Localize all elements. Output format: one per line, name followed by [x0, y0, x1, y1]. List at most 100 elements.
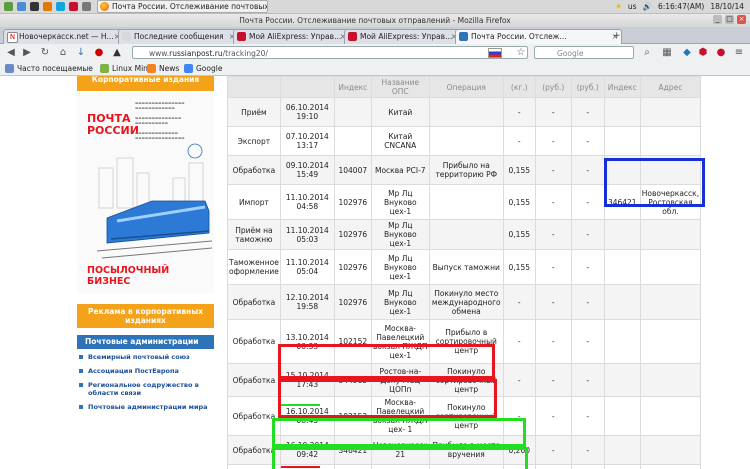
tab-strip: N Новочеркасск.net — Н... × Последние соо…: [0, 27, 750, 44]
table-row: Импорт 11.10.2014 04:58 102976 Мр Лц Внуково…: [227, 184, 702, 220]
mail-icon[interactable]: [69, 2, 78, 11]
volume-icon[interactable]: 🔊: [643, 2, 652, 11]
cell-dest-index: 346421: [603, 184, 641, 220]
bookmark-most-visited[interactable]: Часто посещаемые: [5, 62, 93, 75]
cell-operation: Импорт: [227, 184, 281, 220]
col-header: Название ОПС: [370, 76, 430, 98]
bookmark-google[interactable]: Google: [184, 62, 222, 75]
time-text: 13:17: [296, 141, 319, 150]
time-text: 19:58: [296, 302, 319, 311]
menu-icon[interactable]: ≡: [732, 46, 746, 60]
keyboard-layout[interactable]: us: [628, 2, 637, 11]
admin-link-posteurop[interactable]: Ассоциация ПостЕвропа: [77, 367, 214, 375]
green-underline: [281, 404, 320, 406]
library-icon[interactable]: ▦: [660, 46, 674, 60]
red-underline: [281, 466, 320, 468]
cell-cod: -: [570, 184, 605, 220]
time-text: 05:04: [296, 267, 319, 276]
taskbar-window-button[interactable]: Почта России. Отслеживание почтовых: [97, 0, 268, 13]
cell-operation: Таможенное оформление: [227, 249, 281, 285]
skype-icon[interactable]: [56, 2, 65, 11]
time-text: 17:43: [296, 380, 319, 389]
cell-operation: Обработка: [227, 363, 281, 397]
date-text: 12.10.2014: [285, 293, 329, 302]
tab-russianpost[interactable]: Почта России. Отслеж... ×: [455, 29, 622, 44]
home-icon[interactable]: ⌂: [56, 46, 70, 60]
cell-operation: Обработка: [227, 284, 281, 320]
cell-index: 104007: [333, 155, 372, 185]
cell-ops-name: Мр Лц Внуково цех-1: [370, 184, 430, 220]
table-row: Обработка 15.10.2014 17:43 344965 Ростов-на-…: [227, 363, 702, 397]
admin-link-upu[interactable]: Всемирный почтовый союз: [77, 353, 214, 361]
addon-blue-icon[interactable]: ◆: [680, 46, 694, 60]
reload-icon[interactable]: ↻: [38, 46, 52, 60]
cell-dest-address: [639, 284, 702, 320]
magazine-cover-image[interactable]: ПОЧТА РОССИИ ▬▬▬▬▬▬▬▬▬▬▬▬▬▬▬ ▬▬▬▬▬▬▬▬▬▬▬▬ ▬…: [77, 93, 214, 293]
url-bar[interactable]: www.russianpost.ru/tracking20/: [132, 46, 528, 59]
time-text: 08:45: [296, 416, 319, 425]
advertising-link[interactable]: Реклама в корпоративных изданиях: [77, 304, 214, 328]
cell-datetime: 07.10.2014 13:17: [279, 126, 335, 156]
terminal-icon[interactable]: [30, 2, 39, 11]
cell-weight: -: [502, 363, 536, 397]
table-row: Таможенное оформление 11.10.2014 05:04 1029…: [227, 249, 702, 285]
admin-link-rcc[interactable]: Региональное содружество в области связи: [77, 381, 214, 397]
abp-icon[interactable]: ●: [714, 46, 728, 60]
table-row: Приём на таможню 11.10.2014 05:03 102976 Мр …: [227, 219, 702, 250]
maximize-icon[interactable]: □: [725, 15, 734, 24]
bookmark-news[interactable]: News: [147, 62, 179, 75]
cell-index: 346439: [333, 464, 372, 469]
files-icon[interactable]: [17, 2, 26, 11]
settings-icon[interactable]: [82, 2, 91, 11]
date-text: 11.10.2014: [285, 193, 329, 202]
cell-attribute: Прибыло в место вручения: [428, 435, 504, 465]
cell-declared-value: -: [534, 435, 572, 465]
admin-link-world[interactable]: Почтовые администрации мира: [77, 403, 214, 411]
col-header: Индекс: [333, 76, 372, 98]
pin-icon[interactable]: ●: [92, 46, 106, 60]
postal-admins-heading: Почтовые администрации: [77, 335, 214, 349]
tab-aliexpress-2[interactable]: Мой AliExpress: Управ... ×: [344, 29, 461, 44]
firefox-launcher-icon[interactable]: [43, 2, 52, 11]
tab-aliexpress-1[interactable]: Мой AliExpress: Управ... ×: [233, 29, 350, 44]
cell-attribute: [428, 126, 504, 156]
cell-operation: Обработка: [227, 396, 281, 436]
back-icon[interactable]: ◀: [4, 46, 18, 60]
date-text: 11.10.2014: [285, 258, 329, 267]
cell-cod: -: [570, 284, 605, 320]
page-content: Корпоративные издания ПОЧТА РОССИИ ▬▬▬▬▬▬…: [0, 76, 750, 469]
cell-index: 344965: [333, 363, 372, 397]
bookmark-linux-mint[interactable]: Linux Mint: [100, 62, 151, 75]
close-icon[interactable]: ×: [737, 15, 746, 24]
cell-declared-value: -: [534, 249, 572, 285]
cell-datetime: 12.10.2014 19:58: [279, 284, 335, 320]
date-text: 09.10.2014: [285, 161, 329, 170]
adblock-icon[interactable]: ⬢: [696, 46, 710, 60]
search-input[interactable]: Google: [534, 46, 634, 59]
time-text: 04:58: [296, 202, 319, 211]
tab-novocherkassk[interactable]: N Новочеркасск.net — Н... ×: [3, 29, 124, 44]
table-row: Экспорт 07.10.2014 13:17 Китай CNCANA - - -: [227, 126, 702, 156]
forward-icon[interactable]: ▶: [20, 46, 34, 60]
date-text: 15.10.2014: [285, 371, 329, 380]
cell-datetime: 11.10.2014 05:03: [279, 219, 335, 250]
time-text: 09:42: [296, 450, 319, 459]
download-icon[interactable]: ↓: [74, 46, 88, 60]
cell-attribute: Выпуск таможни: [428, 249, 504, 285]
table-row: Приём 06.10.2014 19:10 Китай - - -: [227, 97, 702, 127]
cell-ops-name: Новочеркасск почтамт: [370, 464, 430, 469]
menu-icon[interactable]: [4, 2, 13, 11]
cell-datetime: 15.10.2014 17:43: [279, 363, 335, 397]
search-go-icon[interactable]: ⌕: [640, 46, 654, 60]
tab-recent-posts[interactable]: Последние сообщения ×: [118, 29, 239, 44]
addon-icon[interactable]: ▲: [110, 46, 124, 60]
minimize-icon[interactable]: _: [713, 15, 722, 24]
bookmark-star-icon[interactable]: ☆: [514, 46, 528, 60]
date-text: 07.10.2014: [285, 132, 329, 141]
cell-index: [333, 126, 372, 156]
new-tab-icon[interactable]: +: [613, 31, 621, 41]
cell-operation: Экспорт: [227, 126, 281, 156]
cell-cod: -: [570, 464, 605, 469]
url-path: /tracking20/: [222, 49, 268, 58]
table-row: Обработка 16.10.2014 09:42 346421 Новочеркас…: [227, 435, 702, 465]
